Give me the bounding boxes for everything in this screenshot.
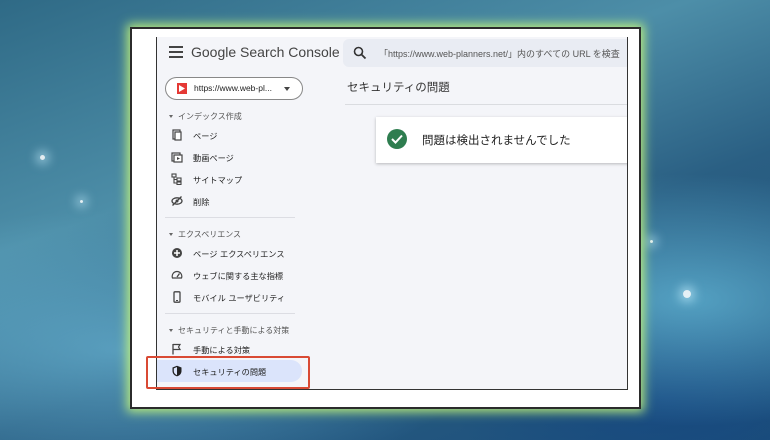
title-divider — [345, 104, 627, 105]
sidebar-item-label: 手動による対策 — [193, 345, 251, 355]
mobile-icon — [173, 291, 181, 303]
check-circle-icon — [387, 129, 407, 149]
sidebar-item-label: 動画ページ — [193, 153, 234, 163]
url-inspection-search[interactable]: 「https://www.web-planners.net/」内のすべての UR… — [343, 39, 627, 67]
collapse-caret-icon — [169, 115, 173, 118]
sitemap-icon — [171, 173, 182, 185]
background-sparkle — [650, 240, 653, 243]
page-title: セキュリティの問題 — [347, 80, 450, 94]
section-header-security[interactable]: セキュリティと手動による対策 — [169, 325, 289, 336]
removal-icon — [171, 196, 183, 206]
sidebar-item-label: サイトマップ — [193, 175, 243, 185]
property-url: https://www.web-pl... — [194, 83, 272, 93]
background-sparkle — [683, 290, 691, 298]
sidebar-item-sitemaps[interactable]: サイトマップ — [157, 168, 307, 190]
sidebar-item-label: セキュリティの問題 — [193, 367, 267, 377]
status-message: 問題は検出されませんでした — [422, 133, 571, 147]
page-icon — [172, 129, 182, 141]
site-favicon-icon — [177, 83, 187, 94]
sidebar: https://www.web-pl... インデックス作成 ページ 動画ページ… — [157, 69, 307, 389]
section-title: エクスペリエンス — [178, 230, 242, 239]
sidebar-item-core-web-vitals[interactable]: ウェブに関する主な指標 — [157, 264, 307, 286]
menu-icon[interactable] — [169, 46, 183, 58]
search-icon — [353, 46, 367, 60]
search-placeholder: 「https://www.web-planners.net/」内のすべての UR… — [379, 49, 620, 59]
sidebar-item-page-experience[interactable]: ページ エクスペリエンス — [157, 242, 307, 264]
shield-icon — [172, 365, 182, 377]
section-title: インデックス作成 — [178, 112, 242, 121]
section-header-experience[interactable]: エクスペリエンス — [169, 229, 241, 240]
app-logo[interactable]: Google Search Console — [191, 44, 340, 60]
sidebar-divider — [165, 313, 295, 314]
video-page-icon — [171, 152, 183, 163]
product-name: Search Console — [240, 44, 340, 60]
sidebar-item-video-pages[interactable]: 動画ページ — [157, 146, 307, 168]
collapse-caret-icon — [169, 329, 173, 332]
flag-icon — [172, 343, 182, 355]
sidebar-item-label: モバイル ユーザビリティ — [193, 293, 286, 303]
page-experience-icon — [172, 248, 182, 258]
sidebar-item-label: ウェブに関する主な指標 — [193, 271, 284, 281]
sidebar-item-security-issues[interactable]: セキュリティの問題 — [157, 360, 307, 382]
background-sparkle — [80, 200, 83, 203]
background-sparkle — [40, 155, 45, 160]
sidebar-item-manual-actions[interactable]: 手動による対策 — [157, 338, 307, 360]
google-wordmark: Google — [191, 44, 237, 60]
dropdown-caret-icon — [284, 87, 290, 91]
sidebar-item-mobile-usability[interactable]: モバイル ユーザビリティ — [157, 286, 307, 308]
sidebar-item-label: ページ — [193, 131, 218, 141]
section-header-indexing[interactable]: インデックス作成 — [169, 111, 242, 122]
search-console-window: Google Search Console 「https://www.web-p… — [156, 37, 628, 390]
web-vitals-icon — [171, 271, 183, 279]
sidebar-item-pages[interactable]: ページ — [157, 124, 307, 146]
section-title: セキュリティと手動による対策 — [178, 326, 290, 335]
sidebar-divider — [165, 217, 295, 218]
collapse-caret-icon — [169, 233, 173, 236]
sidebar-item-label: 削除 — [193, 197, 210, 207]
property-selector[interactable]: https://www.web-pl... — [165, 77, 303, 100]
sidebar-item-removals[interactable]: 削除 — [157, 190, 307, 212]
status-card: 問題は検出されませんでした — [376, 117, 627, 163]
sidebar-item-label: ページ エクスペリエンス — [193, 249, 285, 259]
top-bar: Google Search Console 「https://www.web-p… — [157, 37, 627, 69]
